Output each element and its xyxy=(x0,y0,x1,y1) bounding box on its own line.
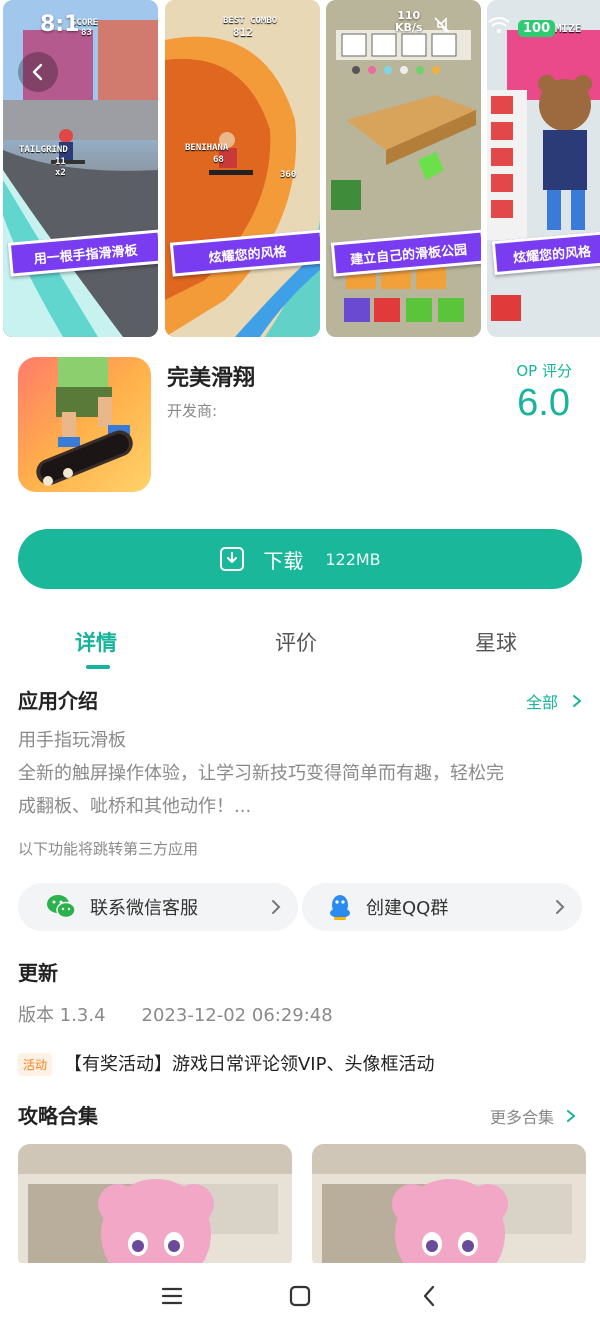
tab-reviews[interactable]: 评价 xyxy=(275,627,317,657)
version-row: 版本 1.3.4 2023-12-02 06:29:48 xyxy=(18,1001,369,1027)
intro-line-3: 成翻板、呲桥和其他动作！... xyxy=(18,796,252,817)
intro-title: 应用介绍 xyxy=(18,689,98,713)
screenshot-gallery[interactable]: TAILGRIND 11 x2 SCORE 83 用一根手指滑滑板 BEST C… xyxy=(0,0,600,337)
trick-label: TAILGRIND xyxy=(19,145,68,155)
chevron-right-icon xyxy=(573,695,582,707)
guide-card[interactable] xyxy=(18,1144,292,1269)
guide-card-image xyxy=(312,1144,586,1269)
intro-line-2: 全新的触屏操作体验，让学习新技巧变得简单而有趣，轻松完 xyxy=(18,763,504,784)
chevron-left-icon xyxy=(32,63,43,81)
wechat-service-label: 联系微信客服 xyxy=(90,898,198,919)
trick-multiplier: x2 xyxy=(55,168,66,178)
screenshot-3-scene xyxy=(326,0,481,337)
trick-degrees: 360 xyxy=(280,170,297,180)
update-title: 更新 xyxy=(18,961,58,985)
create-qq-group-button[interactable]: 创建QQ群 xyxy=(302,883,582,931)
chevron-right-icon xyxy=(567,1110,576,1122)
battery-indicator: 100 xyxy=(518,20,556,37)
download-size: 122MB xyxy=(325,549,381,569)
status-time: 8:1 xyxy=(40,12,80,37)
op-score-value: 6.0 xyxy=(517,382,570,424)
wechat-icon xyxy=(47,895,76,919)
status-bar: 8:1 110 KB/s 100 xyxy=(0,0,600,40)
screenshot-4-scene xyxy=(487,0,600,337)
guides-title: 攻略合集 xyxy=(18,1104,98,1128)
intro-all-label: 全部 xyxy=(526,693,559,712)
qq-group-label: 创建QQ群 xyxy=(366,898,449,919)
network-speed-unit: KB/s xyxy=(395,21,423,34)
wifi-icon xyxy=(488,17,510,33)
home-icon[interactable] xyxy=(288,1284,312,1308)
back-button[interactable] xyxy=(18,52,58,92)
download-icon xyxy=(220,547,245,571)
system-nav-bar xyxy=(0,1263,600,1333)
more-guides-link[interactable]: 更多合集 xyxy=(490,1104,577,1128)
intro-all-link[interactable]: 全部 xyxy=(526,689,583,713)
op-score-label: OP 评分 xyxy=(516,362,572,380)
active-tab-indicator xyxy=(86,665,110,669)
qq-icon xyxy=(330,895,350,920)
developer-label: 开发商: xyxy=(167,402,218,420)
app-name: 完美滑翔 xyxy=(167,366,256,391)
back-nav-icon[interactable] xyxy=(418,1284,442,1308)
screenshot-3[interactable]: 建立自己的滑板公园 xyxy=(326,0,481,337)
trick-score: 68 xyxy=(213,155,224,165)
chevron-right-icon xyxy=(272,900,281,914)
chevron-right-icon xyxy=(556,900,565,914)
version-number: 版本 1.3.4 xyxy=(18,1005,106,1026)
app-icon xyxy=(18,357,151,492)
screenshot-2-scene xyxy=(165,0,320,337)
tab-bar: 详情 评价 星球 xyxy=(0,627,600,677)
trick-label: BENIHANA xyxy=(185,143,229,153)
tab-details[interactable]: 详情 xyxy=(75,627,117,657)
mute-icon xyxy=(434,17,450,33)
network-speed: 110 KB/s xyxy=(395,10,422,34)
screenshot-1[interactable]: TAILGRIND 11 x2 SCORE 83 用一根手指滑滑板 xyxy=(3,0,158,337)
event-badge: 活动 xyxy=(18,1053,53,1076)
guide-card-image xyxy=(18,1144,292,1269)
more-guides-label: 更多合集 xyxy=(490,1108,555,1127)
event-link[interactable]: 【有奖活动】游戏日常评论领VIP、头像框活动 xyxy=(64,1050,434,1076)
intro-line-1: 用手指玩滑板 xyxy=(18,730,126,751)
download-button[interactable]: 下载 122MB xyxy=(18,529,582,589)
download-label: 下载 xyxy=(263,548,304,573)
app-icon-art xyxy=(18,357,151,492)
guide-card[interactable] xyxy=(312,1144,586,1269)
tab-planet[interactable]: 星球 xyxy=(475,627,517,657)
update-date: 2023-12-02 06:29:48 xyxy=(141,1005,333,1026)
third-party-note: 以下功能将跳转第三方应用 xyxy=(18,840,199,858)
screenshot-2[interactable]: BEST COMBO 812 BENIHANA 68 360 炫耀您的风格 xyxy=(165,0,320,337)
wechat-service-button[interactable]: 联系微信客服 xyxy=(18,883,298,931)
menu-icon[interactable] xyxy=(160,1284,184,1308)
screenshot-4[interactable]: STOMIZE 炫耀您的风格 xyxy=(487,0,600,337)
screenshot-1-scene xyxy=(3,0,158,337)
trick-score: 11 xyxy=(55,157,66,167)
